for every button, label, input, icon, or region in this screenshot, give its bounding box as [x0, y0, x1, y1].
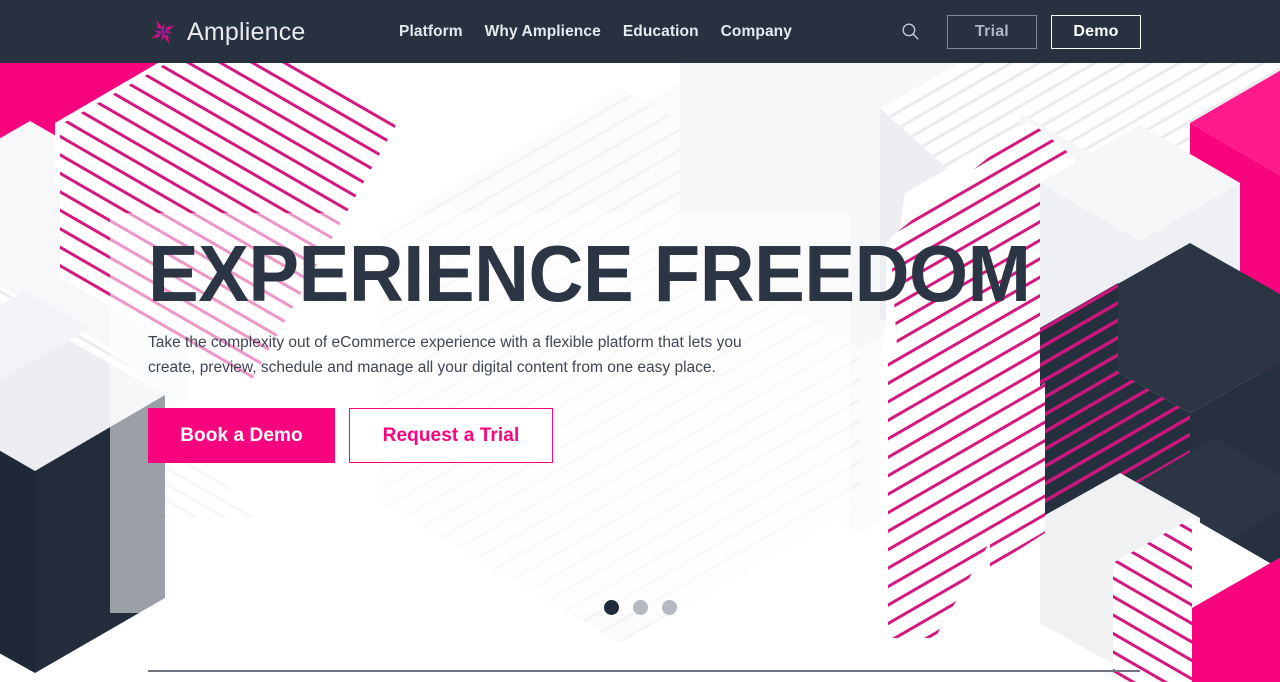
hero-content: EXPERIENCE FREEDOM Take the complexity o… [148, 229, 1031, 464]
carousel-dot-2[interactable] [632, 600, 648, 615]
search-button[interactable] [893, 15, 927, 49]
header-actions: Trial Demo [893, 0, 1141, 63]
section-divider [148, 670, 1140, 672]
nav-item-platform[interactable]: Platform [388, 0, 474, 63]
search-icon [901, 23, 919, 40]
carousel-dot-3[interactable] [661, 600, 677, 615]
amplience-starburst-icon [150, 19, 176, 45]
nav-item-education[interactable]: Education [612, 0, 710, 63]
hero-cta-row: Book a Demo Request a Trial [148, 408, 808, 464]
request-a-trial-button[interactable]: Request a Trial [349, 408, 553, 464]
brand-name: Amplience [187, 18, 306, 46]
brand-logo[interactable]: Amplience [148, 14, 306, 50]
carousel-pagination [0, 600, 1280, 615]
trial-button[interactable]: Trial [947, 14, 1037, 49]
nav-item-company[interactable]: Company [710, 0, 803, 63]
page-title: EXPERIENCE FREEDOM [148, 229, 1031, 318]
book-a-demo-button[interactable]: Book a Demo [148, 408, 335, 464]
carousel-dot-1[interactable] [603, 600, 619, 615]
demo-button[interactable]: Demo [1051, 14, 1141, 49]
main-navigation: Platform Why Amplience Education Company [388, 0, 803, 63]
hero-subcopy: Take the complexity out of eCommerce exp… [148, 333, 742, 376]
site-header: Amplience Platform Why Amplience Educati… [0, 0, 1280, 63]
page-root: EXPERIENCE FREEDOM Take the complexity o… [0, 0, 1280, 682]
nav-item-why-amplience[interactable]: Why Amplience [474, 0, 612, 63]
